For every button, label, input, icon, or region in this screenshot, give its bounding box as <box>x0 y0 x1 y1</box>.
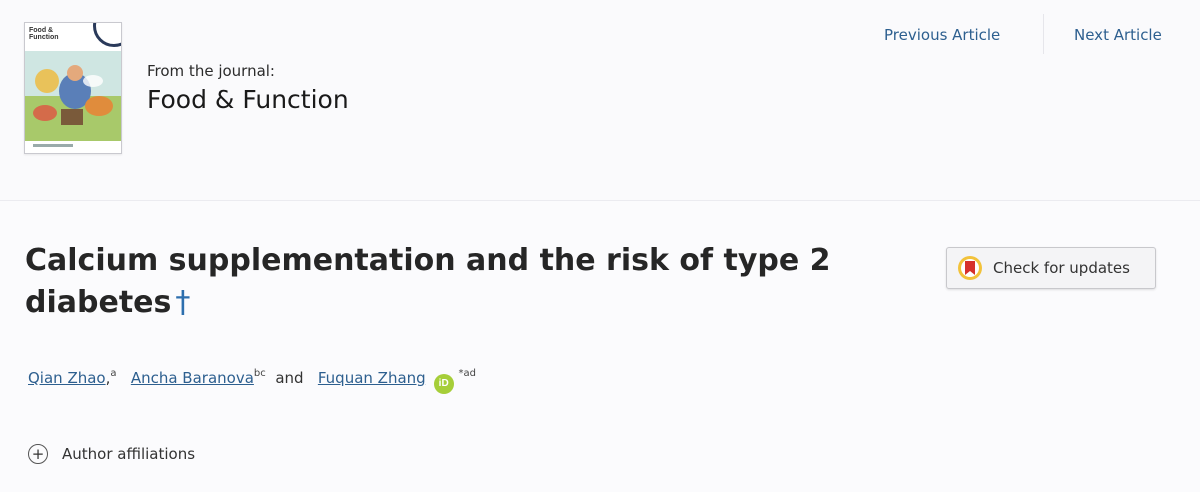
nav-divider <box>1043 14 1044 54</box>
author-affiliation-sup: bc <box>253 368 266 379</box>
check-for-updates-label: Check for updates <box>993 259 1130 277</box>
journal-cover-image[interactable]: Food & Function <box>24 22 122 154</box>
author-affiliation-sup: *ad <box>458 368 476 379</box>
next-article-link[interactable]: Next Article <box>1074 26 1162 44</box>
plus-circle-icon: + <box>28 444 48 464</box>
cover-arc-graphic <box>93 23 121 47</box>
cover-illustration <box>25 51 121 141</box>
orcid-icon[interactable]: iD <box>433 374 454 394</box>
article-title-text: Calcium supplementation and the risk of … <box>25 243 831 320</box>
cover-footer-mark <box>33 144 73 147</box>
author-list: Qian Zhao,a Ancha Baranovabc and Fuquan … <box>28 368 476 394</box>
author-affiliation-sup: a <box>110 368 117 379</box>
cover-title: Food & Function <box>29 27 59 41</box>
journal-name[interactable]: Food & Function <box>147 85 349 114</box>
author-link-ancha-baranova[interactable]: Ancha Baranova <box>131 369 254 387</box>
author-affiliations-toggle[interactable]: + Author affiliations <box>28 444 195 464</box>
previous-article-link[interactable]: Previous Article <box>884 26 1000 44</box>
check-for-updates-button[interactable]: Check for updates <box>946 247 1156 289</box>
author-affiliations-label: Author affiliations <box>62 445 196 463</box>
author-and-text: and <box>275 369 304 387</box>
journal-header: Food & Function From the journal: Food &… <box>0 0 1200 201</box>
author-link-fuquan-zhang[interactable]: Fuquan Zhang <box>318 369 426 387</box>
crossmark-icon <box>958 256 982 280</box>
from-journal-label: From the journal: <box>147 62 275 80</box>
title-footnote-dagger[interactable]: † <box>175 285 190 320</box>
author-link-qian-zhao[interactable]: Qian Zhao <box>28 369 106 387</box>
article-title: Calcium supplementation and the risk of … <box>25 240 865 324</box>
